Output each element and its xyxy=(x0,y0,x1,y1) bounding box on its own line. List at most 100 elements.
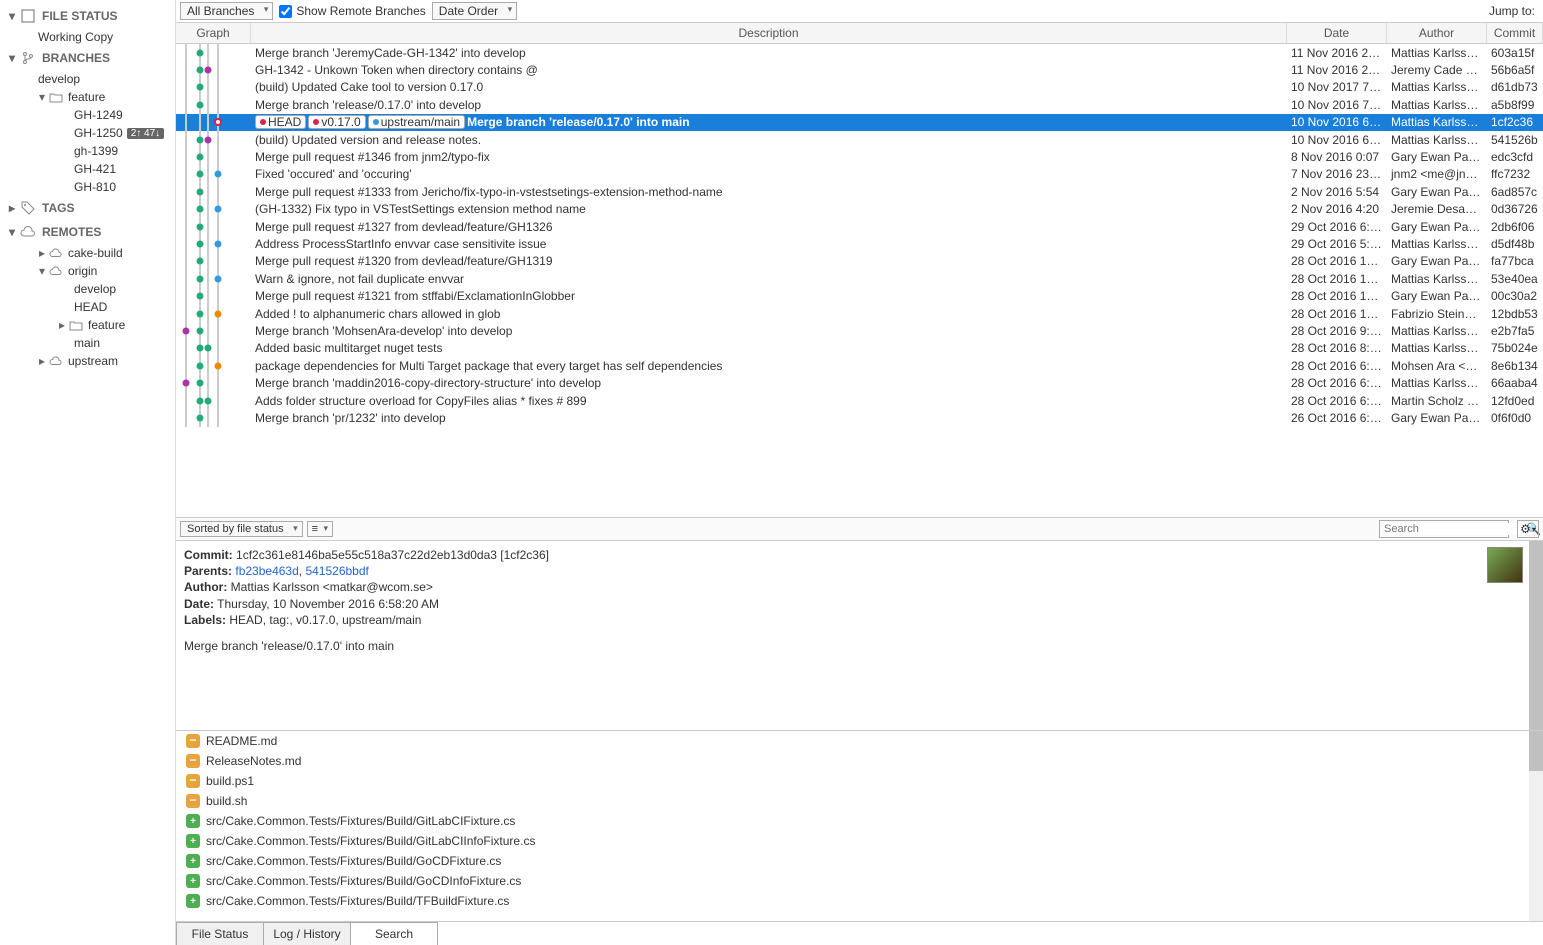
col-author-header[interactable]: Author xyxy=(1387,23,1487,43)
commit-row[interactable]: Merge pull request #1320 from devlead/fe… xyxy=(176,253,1543,270)
detail-search-input[interactable] xyxy=(1384,523,1526,535)
branch-gh-1249[interactable]: GH-1249 xyxy=(0,106,175,124)
ref-tag[interactable]: v0.17.0 xyxy=(308,115,365,129)
commit-row[interactable]: Merge pull request #1346 from jnm2/typo-… xyxy=(176,148,1543,165)
parent-link-2[interactable]: 541526bbdf xyxy=(305,564,368,578)
commit-detail: Commit: 1cf2c361e8146ba5e55c518a37c22d2e… xyxy=(176,541,1543,731)
chevron-down-icon: ▾ xyxy=(36,264,48,278)
chevron-down-icon: ▾ xyxy=(6,225,18,239)
commit-row[interactable]: Fixed 'occured' and 'occuring'7 Nov 2016… xyxy=(176,166,1543,183)
remote-cake-build[interactable]: ▸ cake-build xyxy=(0,244,175,262)
commit-row[interactable]: Merge branch 'pr/1232' into develop26 Oc… xyxy=(176,409,1543,426)
branches-section[interactable]: ▾ BRANCHES xyxy=(0,46,175,70)
chevron-down-icon: ▾ xyxy=(36,90,48,104)
view-mode-dropdown[interactable]: ≡ xyxy=(307,521,333,537)
commit-row[interactable]: Address ProcessStartInfo envvar case sen… xyxy=(176,235,1543,252)
commit-row[interactable]: Merge branch 'JeremyCade-GH-1342' into d… xyxy=(176,44,1543,61)
file-row[interactable]: +src/Cake.Common.Tests/Fixtures/Build/Go… xyxy=(176,851,1543,871)
origin-develop[interactable]: develop xyxy=(0,280,175,298)
chevron-right-icon: ▸ xyxy=(6,201,18,215)
branch-icon xyxy=(20,50,36,66)
origin-head[interactable]: HEAD xyxy=(0,298,175,316)
tags-section[interactable]: ▸ TAGS xyxy=(0,196,175,220)
remote-upstream[interactable]: ▸ upstream xyxy=(0,352,175,370)
branch-gh-810[interactable]: GH-810 xyxy=(0,178,175,196)
ref-tag[interactable]: upstream/main xyxy=(368,115,465,129)
branch-develop[interactable]: develop xyxy=(0,70,175,88)
detail-toolbar: Sorted by file status ≡ 🔍 ⚙ xyxy=(176,517,1543,541)
commit-row[interactable]: Merge pull request #1327 from devlead/fe… xyxy=(176,218,1543,235)
commit-row[interactable]: Warn & ignore, not fail duplicate envvar… xyxy=(176,270,1543,287)
commit-row[interactable]: Merge branch 'MohsenAra-develop' into de… xyxy=(176,322,1543,339)
commit-row[interactable]: Added ! to alphanumeric chars allowed in… xyxy=(176,305,1543,322)
sidebar: ▾ FILE STATUS Working Copy ▾ BRANCHES de… xyxy=(0,0,176,945)
order-dropdown[interactable]: Date Order xyxy=(432,2,517,20)
file-row[interactable]: •••ReleaseNotes.md xyxy=(176,751,1543,771)
file-status-section[interactable]: ▾ FILE STATUS xyxy=(0,4,175,28)
branches-dropdown[interactable]: All Branches xyxy=(180,2,273,20)
gear-icon: ⚙ xyxy=(1520,522,1531,536)
show-remote-input[interactable] xyxy=(279,5,292,18)
file-row[interactable]: •••build.sh xyxy=(176,791,1543,811)
scrollbar[interactable] xyxy=(1529,731,1543,921)
file-list[interactable]: •••README.md•••ReleaseNotes.md•••build.p… xyxy=(176,731,1543,921)
commit-list[interactable]: Graph Description Date Author Commit Mer… xyxy=(176,23,1543,517)
commit-row[interactable]: HEADv0.17.0upstream/mainMerge branch 're… xyxy=(176,114,1543,131)
parent-link-1[interactable]: fb23be463d xyxy=(235,564,298,578)
modified-icon: ••• xyxy=(186,754,200,768)
tab-search[interactable]: Search xyxy=(350,922,438,945)
commit-row[interactable]: (build) Updated version and release note… xyxy=(176,131,1543,148)
origin-main[interactable]: main xyxy=(0,334,175,352)
show-remote-checkbox[interactable]: Show Remote Branches xyxy=(279,4,425,18)
sort-dropdown[interactable]: Sorted by file status xyxy=(180,521,303,537)
main-area: All Branches Show Remote Branches Date O… xyxy=(176,0,1543,945)
cloud-icon xyxy=(48,354,64,368)
tab-log-history[interactable]: Log / History xyxy=(263,922,351,945)
added-icon: + xyxy=(186,814,200,828)
col-graph-header[interactable]: Graph xyxy=(176,23,251,43)
commit-row[interactable]: Merge pull request #1321 from stffabi/Ex… xyxy=(176,287,1543,304)
toolbar: All Branches Show Remote Branches Date O… xyxy=(176,0,1543,23)
branch-gh-421[interactable]: GH-421 xyxy=(0,160,175,178)
branch-feature-folder[interactable]: ▾ feature xyxy=(0,88,175,106)
commit-detail-text: Commit: 1cf2c361e8146ba5e55c518a37c22d2e… xyxy=(176,541,1543,730)
file-row[interactable]: •••build.ps1 xyxy=(176,771,1543,791)
branch-gh-1399[interactable]: gh-1399 xyxy=(0,142,175,160)
commit-message: Merge branch 'release/0.17.0' into main xyxy=(184,638,1535,654)
gear-button[interactable]: ⚙ xyxy=(1517,520,1539,538)
commit-row[interactable]: Added basic multitarget nuget tests28 Oc… xyxy=(176,340,1543,357)
col-commit-header[interactable]: Commit xyxy=(1487,23,1543,43)
remotes-section[interactable]: ▾ REMOTES xyxy=(0,220,175,244)
file-row[interactable]: +src/Cake.Common.Tests/Fixtures/Build/Gi… xyxy=(176,831,1543,851)
commit-row[interactable]: Merge branch 'release/0.17.0' into devel… xyxy=(176,96,1543,113)
commit-row[interactable]: Merge pull request #1333 from Jericho/fi… xyxy=(176,183,1543,200)
scrollbar[interactable] xyxy=(1529,541,1543,730)
file-row[interactable]: +src/Cake.Common.Tests/Fixtures/Build/Go… xyxy=(176,871,1543,891)
commit-row[interactable]: Adds folder structure overload for CopyF… xyxy=(176,392,1543,409)
commit-row[interactable]: (GH-1332) Fix typo in VSTestSettings ext… xyxy=(176,201,1543,218)
remote-origin[interactable]: ▾ origin xyxy=(0,262,175,280)
commit-row[interactable]: package dependencies for Multi Target pa… xyxy=(176,357,1543,374)
ref-tag[interactable]: HEAD xyxy=(255,115,306,129)
file-row[interactable]: •••README.md xyxy=(176,731,1543,751)
chevron-right-icon: ▸ xyxy=(36,246,48,260)
tab-file-status[interactable]: File Status xyxy=(176,922,264,945)
tag-icon xyxy=(20,200,36,216)
commit-list-header: Graph Description Date Author Commit xyxy=(176,23,1543,44)
working-copy-item[interactable]: Working Copy xyxy=(0,28,175,46)
commit-row[interactable]: GH-1342 - Unkown Token when directory co… xyxy=(176,61,1543,78)
detail-search[interactable]: 🔍 xyxy=(1379,520,1509,538)
file-row[interactable]: +src/Cake.Common.Tests/Fixtures/Build/Gi… xyxy=(176,811,1543,831)
file-status-label: FILE STATUS xyxy=(42,9,118,23)
col-desc-header[interactable]: Description xyxy=(251,23,1287,43)
branch-gh-1250[interactable]: GH-12502↑ 47↓ xyxy=(0,124,175,142)
chevron-right-icon: ▸ xyxy=(56,318,68,332)
file-row[interactable]: +src/Cake.Common.Tests/Fixtures/Build/TF… xyxy=(176,891,1543,911)
added-icon: + xyxy=(186,834,200,848)
branches-label: BRANCHES xyxy=(42,51,110,65)
commit-row[interactable]: Merge branch 'maddin2016-copy-directory-… xyxy=(176,374,1543,391)
ahead-behind-badge: 2↑ 47↓ xyxy=(127,128,164,139)
col-date-header[interactable]: Date xyxy=(1287,23,1387,43)
origin-feature-folder[interactable]: ▸ feature xyxy=(0,316,175,334)
commit-row[interactable]: (build) Updated Cake tool to version 0.1… xyxy=(176,79,1543,96)
